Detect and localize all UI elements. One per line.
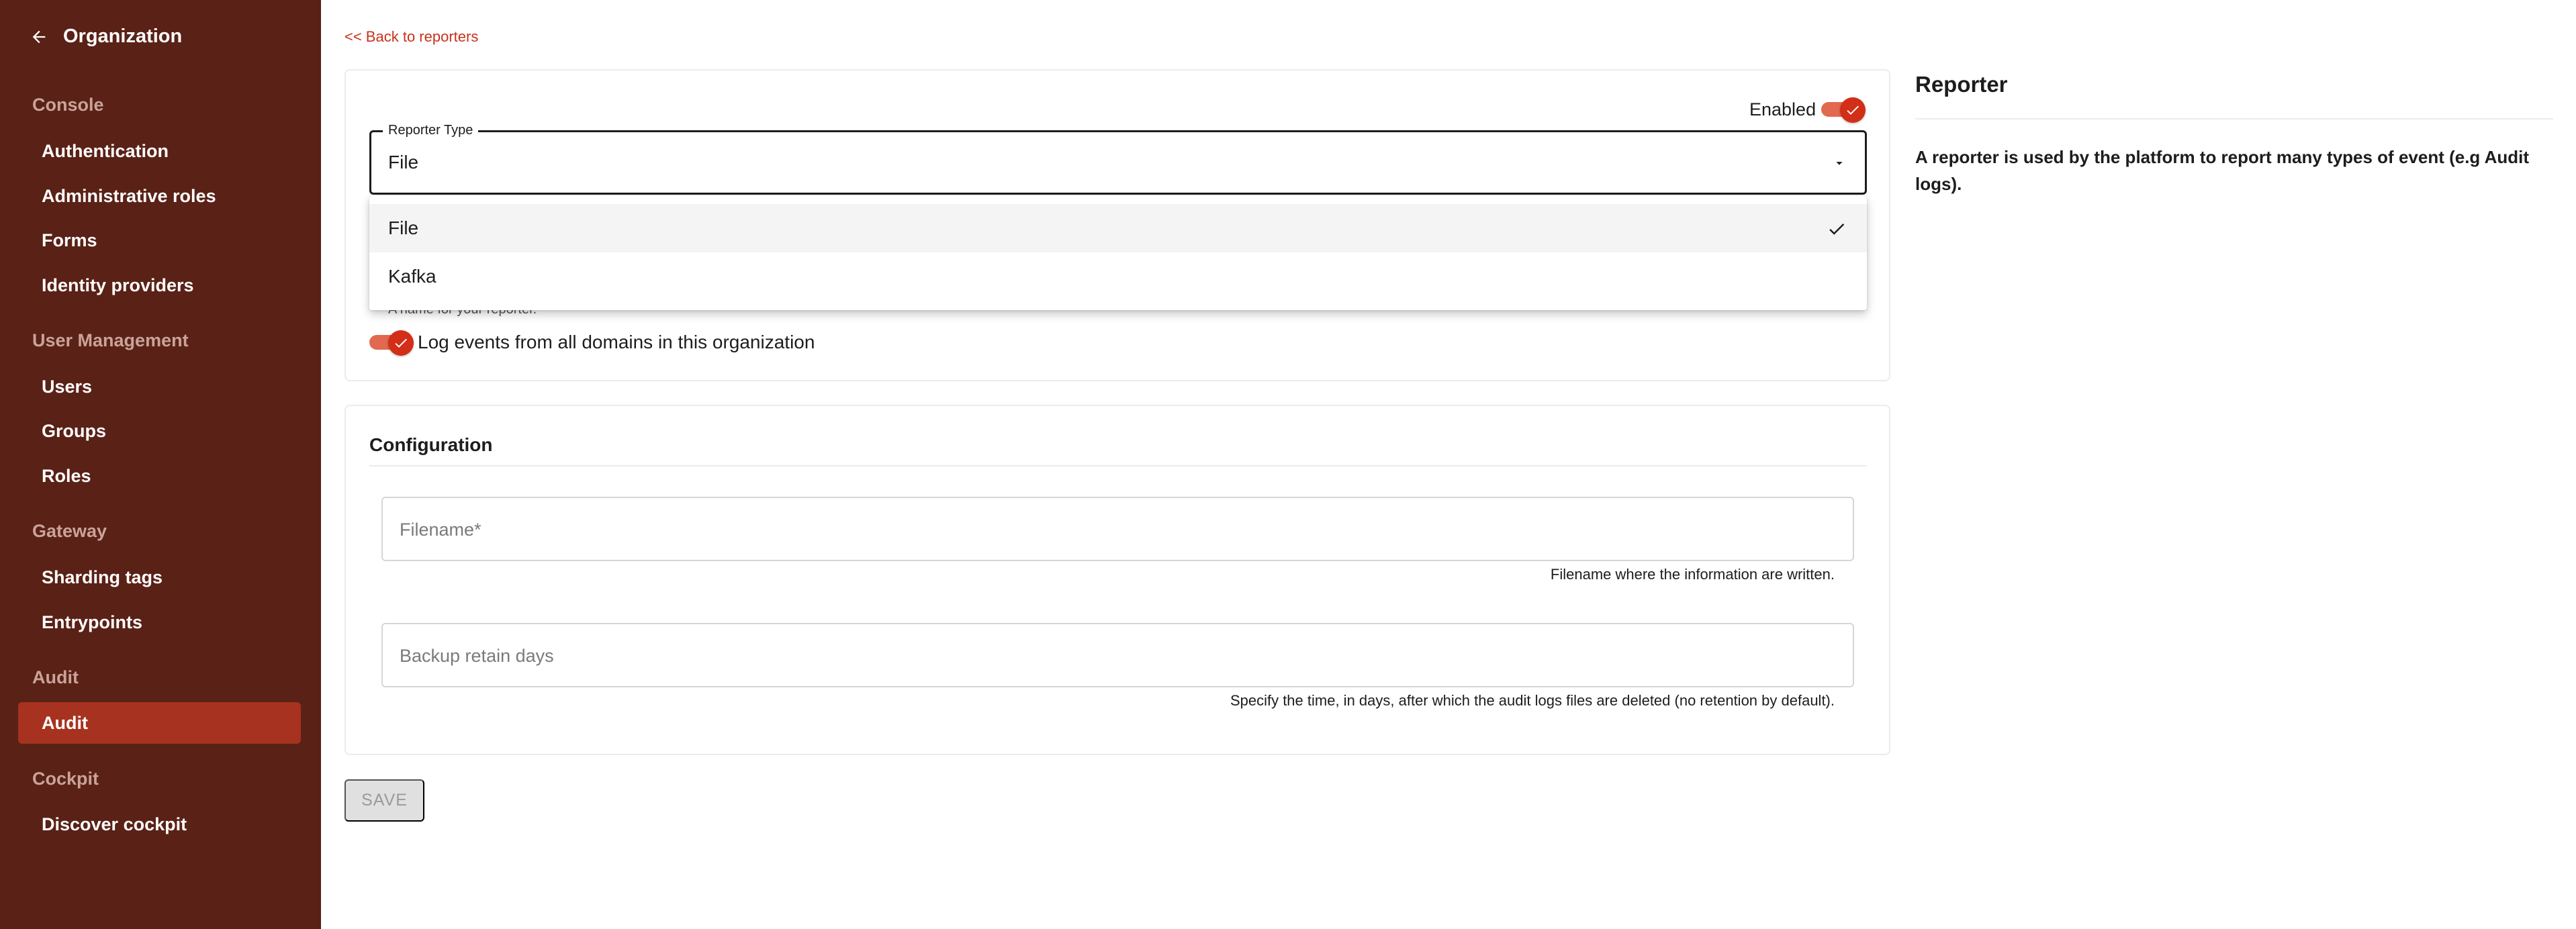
log-all-domains-toggle[interactable] bbox=[369, 330, 414, 356]
filename-input[interactable] bbox=[381, 497, 1854, 561]
caret-down-icon bbox=[1836, 162, 1843, 165]
configuration-title: Configuration bbox=[369, 434, 493, 455]
panel-description: A reporter is used by the platform to re… bbox=[1915, 147, 2529, 194]
reporter-type-label: Reporter Type bbox=[383, 123, 479, 138]
check-icon bbox=[395, 338, 407, 348]
reporter-type-select[interactable] bbox=[369, 130, 1867, 195]
sidebar-item-label: Users bbox=[42, 376, 93, 397]
option-label: Kafka bbox=[388, 266, 436, 287]
sidebar-item-label: Roles bbox=[42, 465, 91, 486]
section-console: Console bbox=[32, 95, 104, 115]
back-to-reporters-link[interactable]: << Back to reporters bbox=[344, 28, 478, 46]
sidebar-item-label: Audit bbox=[42, 712, 88, 733]
retain-placeholder: Backup retain days bbox=[400, 646, 554, 666]
filename-hint: Filename where the information are writt… bbox=[1550, 566, 1835, 583]
retain-hint: Specify the time, in days, after which t… bbox=[1230, 692, 1835, 709]
reporter-type-value: File bbox=[388, 152, 419, 173]
log-all-domains-label: Log events from all domains in this orga… bbox=[418, 332, 815, 352]
sidebar-item-label: Authentication bbox=[42, 140, 169, 161]
divider bbox=[1915, 118, 2553, 119]
sidebar-item-discover-cockpit[interactable]: Discover cockpit bbox=[18, 803, 301, 845]
sidebar-item-entrypoints[interactable]: Entrypoints bbox=[18, 601, 301, 643]
sidebar-item-label: Entrypoints bbox=[42, 612, 143, 632]
sidebar-item-authentication[interactable]: Authentication bbox=[18, 130, 301, 172]
enabled-toggle[interactable] bbox=[1821, 97, 1866, 123]
sidebar-item-label: Forms bbox=[42, 230, 97, 250]
sidebar-item-identity-providers[interactable]: Identity providers bbox=[18, 264, 301, 306]
sidebar-item-groups[interactable]: Groups bbox=[18, 410, 301, 452]
arrow-left-icon bbox=[32, 30, 46, 43]
check-icon bbox=[1829, 224, 1845, 235]
backup-retain-days-input[interactable] bbox=[381, 623, 1854, 687]
section-user-management: User Management bbox=[32, 330, 189, 350]
sidebar-item-roles[interactable]: Roles bbox=[18, 455, 301, 497]
section-cockpit: Cockpit bbox=[32, 769, 99, 789]
sidebar-item-forms[interactable]: Forms bbox=[18, 219, 301, 261]
toggle-thumb bbox=[388, 330, 414, 356]
panel-title: Reporter bbox=[1915, 72, 2008, 97]
filename-placeholder: Filename* bbox=[400, 520, 481, 540]
section-gateway: Gateway bbox=[32, 521, 107, 541]
reporter-type-dropdown: File Kafka bbox=[369, 196, 1867, 310]
divider bbox=[369, 465, 1867, 467]
option-label: File bbox=[388, 217, 419, 238]
check-icon bbox=[1847, 105, 1859, 115]
sidebar-item-administrative-roles[interactable]: Administrative roles bbox=[18, 175, 301, 217]
sidebar-item-label: Discover cockpit bbox=[42, 814, 187, 834]
sidebar-item-label: Sharding tags bbox=[42, 567, 163, 587]
option-kafka[interactable]: Kafka bbox=[369, 252, 1867, 301]
enabled-label: Enabled bbox=[1749, 99, 1816, 119]
section-audit: Audit bbox=[32, 667, 79, 687]
org-header-label: Organization bbox=[63, 26, 183, 47]
sidebar: Organization Console Authentication Admi… bbox=[0, 0, 321, 929]
sidebar-item-users[interactable]: Users bbox=[18, 366, 301, 407]
toggle-thumb bbox=[1840, 97, 1866, 123]
sidebar-item-label: Identity providers bbox=[42, 275, 194, 295]
save-button[interactable]: SAVE bbox=[344, 779, 424, 822]
sidebar-item-label: Groups bbox=[42, 420, 107, 441]
sidebar-item-sharding-tags[interactable]: Sharding tags bbox=[18, 556, 301, 598]
option-file[interactable]: File bbox=[369, 204, 1867, 252]
sidebar-item-label: Administrative roles bbox=[42, 185, 216, 206]
back-to-organization[interactable]: Organization bbox=[30, 26, 182, 48]
sidebar-item-audit[interactable]: Audit bbox=[18, 702, 301, 744]
